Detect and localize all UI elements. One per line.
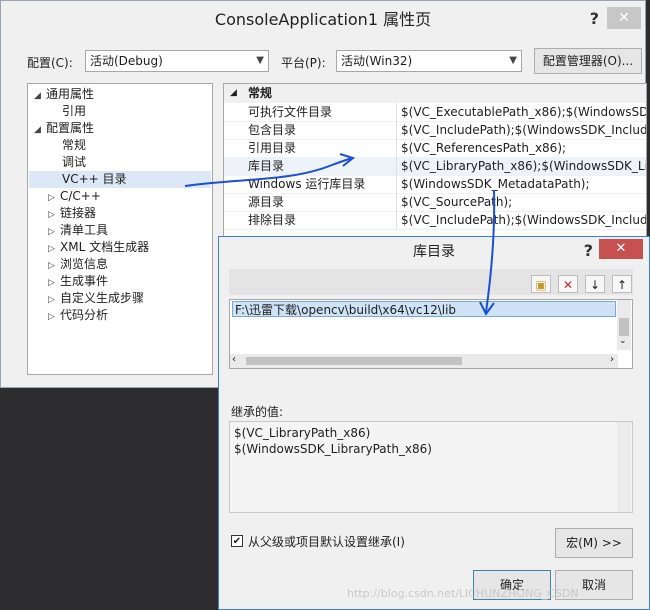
inherit-checkbox-label: 从父级或项目默认设置继承(I): [248, 535, 405, 549]
grid-row[interactable]: 可执行文件目录 $(VC_ExecutablePath_x86);$(Window…: [224, 103, 646, 122]
property-grid: ◢ 常规 可执行文件目录 $(VC_ExecutablePath_x86);$(W…: [223, 83, 647, 243]
grid-row[interactable]: 包含目录 $(VC_IncludePath);$(WindowsSDK_Inclu…: [224, 121, 646, 140]
library-path-list: F:\迅雷下载\opencv\build\x64\vc12\lib ⌄ ‹ ›: [229, 299, 633, 369]
macros-button[interactable]: 宏(M) >>: [555, 528, 633, 558]
tree-item-custom-build-step[interactable]: ▷ 自定义生成步骤: [48, 290, 144, 307]
vertical-scrollbar[interactable]: [617, 422, 631, 512]
inherited-values-label: 继承的值:: [231, 405, 284, 419]
tree-item-cpp[interactable]: ▷ C/C++: [48, 188, 101, 205]
watermark: http://blog.csdn.net/LICHUNZHONG_CSDN: [347, 587, 579, 600]
inherited-values-box: $(VC_LibraryPath_x86) $(WindowsSDK_Libra…: [229, 421, 633, 513]
move-up-icon[interactable]: ↑: [612, 275, 632, 293]
tree-item-xml-doc-generator[interactable]: ▷ XML 文档生成器: [48, 239, 149, 256]
grid-row[interactable]: 排除目录 $(VC_IncludePath);$(WindowsSDK_Inclu…: [224, 211, 646, 230]
platform-label: 平台(P):: [281, 56, 326, 70]
window-title: ConsoleApplication1 属性页: [1, 1, 645, 39]
close-button[interactable]: ✕: [599, 239, 643, 259]
inherited-value: $(VC_LibraryPath_x86): [234, 426, 371, 440]
scroll-thumb[interactable]: [246, 357, 462, 365]
grid-category-general[interactable]: ◢ 常规: [224, 84, 646, 103]
tree-item-references[interactable]: 引用: [62, 103, 86, 120]
config-value: 活动(Debug): [90, 54, 163, 68]
tree-item-manifest-tool[interactable]: ▷ 清单工具: [48, 222, 108, 239]
delete-icon[interactable]: ✕: [558, 275, 578, 293]
horizontal-scrollbar[interactable]: ‹ ›: [230, 354, 618, 368]
chevron-down-icon: ▼: [256, 55, 264, 66]
grid-row[interactable]: 源目录 $(VC_SourcePath);: [224, 193, 646, 212]
platform-dropdown[interactable]: 活动(Win32) ▼: [336, 50, 522, 72]
expand-icon[interactable]: ◢: [34, 88, 46, 105]
scroll-right-icon[interactable]: ›: [610, 354, 614, 365]
grid-row[interactable]: Windows 运行库目录 $(WindowsSDK_MetadataPath);: [224, 175, 646, 194]
help-icon[interactable]: ?: [584, 241, 593, 260]
tree-item-general[interactable]: 常规: [62, 137, 86, 154]
tree-item-vc-directories[interactable]: VC++ 目录: [29, 171, 211, 188]
tree-item-build-events[interactable]: ▷ 生成事件: [48, 273, 108, 290]
config-dropdown[interactable]: 活动(Debug) ▼: [85, 50, 269, 72]
tree-item-code-analysis[interactable]: ▷ 代码分析: [48, 307, 108, 324]
grid-row[interactable]: 引用目录 $(VC_ReferencesPath_x86);: [224, 139, 646, 158]
help-icon[interactable]: ?: [590, 9, 599, 28]
library-directories-dialog: 库目录 ? ✕ ▣ ✕ ↓ ↑ F:\迅雷下载\opencv\build\x64…: [218, 236, 650, 610]
chevron-down-icon: ▼: [509, 55, 517, 66]
expand-icon[interactable]: ◢: [34, 122, 46, 139]
collapse-icon[interactable]: ◢: [230, 84, 237, 102]
move-down-icon[interactable]: ↓: [585, 275, 605, 293]
inherited-value: $(WindowsSDK_LibraryPath_x86): [234, 442, 432, 456]
scroll-down-icon[interactable]: ⌄: [619, 336, 627, 346]
tree-item-linker[interactable]: ▷ 链接器: [48, 205, 96, 222]
tree-item-common-properties[interactable]: ◢ 通用属性: [34, 86, 94, 103]
expand-icon[interactable]: ▷: [48, 309, 60, 326]
library-path-item[interactable]: F:\迅雷下载\opencv\build\x64\vc12\lib: [232, 301, 616, 317]
config-manager-button[interactable]: 配置管理器(O)...: [534, 48, 642, 74]
grid-row-library-directories[interactable]: 库目录 $(VC_LibraryPath_x86);$(WindowsSDK_Li…: [224, 157, 646, 176]
close-button[interactable]: ✕: [607, 7, 641, 29]
new-folder-icon[interactable]: ▣: [531, 275, 551, 293]
scroll-left-icon[interactable]: ‹: [232, 354, 236, 365]
tree-item-browse-information[interactable]: ▷ 浏览信息: [48, 256, 108, 273]
property-tree: ◢ 通用属性 引用 ◢ 配置属性 常规 调试 VC++ 目录 ▷ C/C++ ▷ 链接器…: [27, 83, 213, 375]
config-label: 配置(C):: [27, 56, 73, 70]
scroll-thumb[interactable]: [619, 318, 629, 336]
vertical-scrollbar[interactable]: ⌄: [617, 300, 631, 350]
platform-value: 活动(Win32): [341, 54, 413, 68]
inherit-checkbox[interactable]: ✔: [231, 535, 243, 547]
tree-item-configuration-properties[interactable]: ◢ 配置属性: [34, 120, 94, 137]
tree-item-debugging[interactable]: 调试: [62, 154, 86, 171]
